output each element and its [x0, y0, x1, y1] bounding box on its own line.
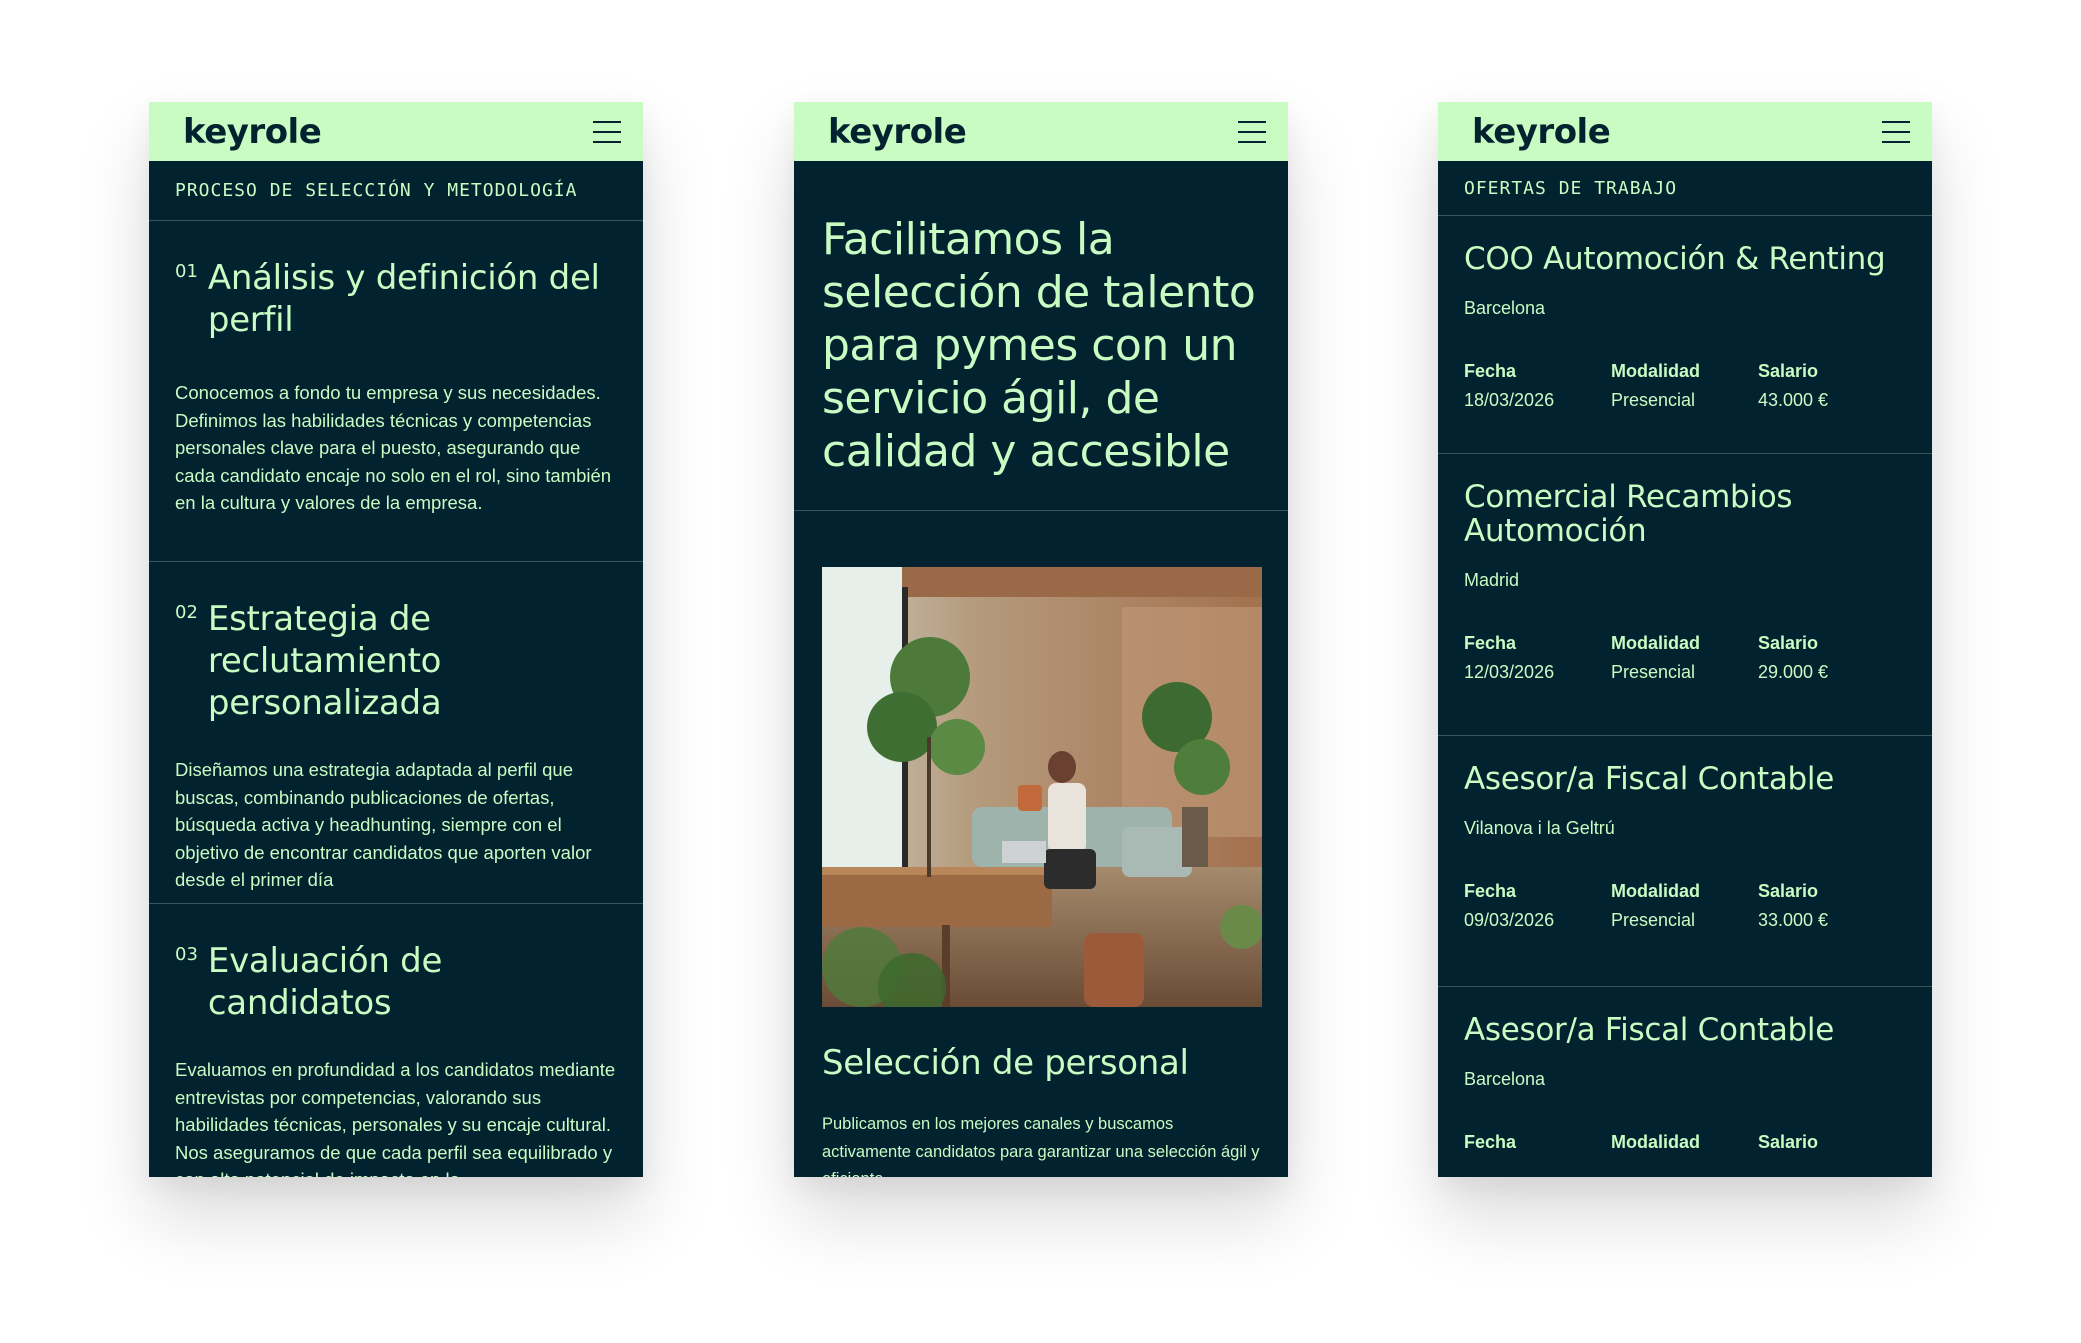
menu-icon[interactable] — [593, 120, 621, 143]
mode-value: Presencial — [1611, 662, 1696, 682]
phone-methodology-screen: keyrole PROCESO DE SELECCIÓN Y METODOLOG… — [149, 102, 643, 1177]
step-title: Análisis y definición del perfil — [207, 258, 600, 340]
job-card[interactable]: Comercial Recambios Automoción Madrid Fe… — [1438, 454, 1932, 736]
office-illustration — [822, 567, 1262, 1007]
top-navbar: keyrole — [1438, 102, 1932, 161]
step-title: Estrategia de reclutamiento personalizad… — [207, 599, 442, 723]
mode-label: Modalidad — [1611, 361, 1700, 381]
step-title: Evaluación de candidatos — [207, 941, 443, 1023]
process-step: 03 Evaluación de candidatos Evaluamos en… — [149, 904, 643, 1177]
salary-label: Salario — [1758, 633, 1819, 653]
section-label: OFERTAS DE TRABAJO — [1438, 161, 1932, 216]
job-location: Vilanova i la Geltrú — [1464, 818, 1615, 838]
salary-label: Salario — [1758, 881, 1819, 901]
hero-section: Facilitamos la selección de talento para… — [794, 161, 1288, 511]
salary-label: Salario — [1758, 1132, 1819, 1152]
date-label: Fecha — [1464, 361, 1517, 381]
hero-title: Facilitamos la selección de talento para… — [822, 214, 1256, 477]
mode-value: Presencial — [1611, 910, 1696, 930]
job-location: Madrid — [1464, 570, 1520, 590]
step-number: 02 — [175, 602, 198, 623]
job-card[interactable]: Asesor/a Fiscal Contable Vilanova i la G… — [1438, 736, 1932, 987]
brand-logo[interactable]: keyrole — [183, 115, 322, 149]
menu-icon[interactable] — [1238, 120, 1266, 143]
brand-logo[interactable]: keyrole — [1472, 115, 1611, 149]
job-title[interactable]: COO Automoción & Renting — [1464, 242, 1906, 276]
service-title: Selección de personal — [822, 1043, 1189, 1083]
date-label: Fecha — [1464, 633, 1517, 653]
date-value: 18/03/2026 — [1464, 390, 1555, 410]
top-navbar: keyrole — [794, 102, 1288, 161]
job-title[interactable]: Comercial Recambios Automoción — [1464, 480, 1906, 548]
step-description: Conocemos a fondo tu empresa y sus neces… — [175, 382, 612, 513]
top-navbar: keyrole — [149, 102, 643, 161]
job-meta: Fecha Modalidad Salario — [1464, 1132, 1906, 1153]
step-description: Evaluamos en profundidad a los candidato… — [175, 1059, 616, 1177]
mode-value: Presencial — [1611, 390, 1696, 410]
salary-value: 29.000 € — [1758, 662, 1829, 682]
date-value: 09/03/2026 — [1464, 910, 1555, 930]
service-description: Publicamos en los mejores canales y busc… — [822, 1115, 1260, 1177]
step-description: Diseñamos una estrategia adaptada al per… — [175, 759, 592, 890]
menu-icon[interactable] — [1882, 120, 1910, 143]
mode-label: Modalidad — [1611, 1132, 1700, 1152]
mode-label: Modalidad — [1611, 633, 1700, 653]
job-meta: Fecha 12/03/2026 Modalidad Presencial Sala… — [1464, 633, 1906, 683]
mode-label: Modalidad — [1611, 881, 1700, 901]
process-step: 02 Estrategia de reclutamiento personali… — [149, 562, 643, 904]
date-label: Fecha — [1464, 881, 1517, 901]
office-photo — [822, 567, 1262, 1007]
salary-value: 43.000 € — [1758, 390, 1829, 410]
phone-home-screen: keyrole Facilitamos la selección de tale… — [794, 102, 1288, 1177]
step-number: 01 — [175, 261, 198, 282]
date-label: Fecha — [1464, 1132, 1517, 1152]
step-number: 03 — [175, 944, 198, 965]
job-title[interactable]: Asesor/a Fiscal Contable — [1464, 762, 1906, 796]
job-location: Barcelona — [1464, 1069, 1546, 1089]
job-meta: Fecha 09/03/2026 Modalidad Presencial Sala… — [1464, 881, 1906, 931]
salary-label: Salario — [1758, 361, 1819, 381]
salary-value: 33.000 € — [1758, 910, 1829, 930]
brand-logo[interactable]: keyrole — [828, 115, 967, 149]
date-value: 12/03/2026 — [1464, 662, 1555, 682]
job-meta: Fecha 18/03/2026 Modalidad Presencial Sala… — [1464, 361, 1906, 411]
phone-jobs-screen: keyrole OFERTAS DE TRABAJO COO Automoció… — [1438, 102, 1932, 1177]
job-card[interactable]: COO Automoción & Renting Barcelona Fecha… — [1438, 216, 1932, 454]
process-step: 01 Análisis y definición del perfil Cono… — [149, 221, 643, 562]
job-card[interactable]: Asesor/a Fiscal Contable Barcelona Fecha… — [1438, 987, 1932, 1177]
job-title[interactable]: Asesor/a Fiscal Contable — [1464, 1013, 1906, 1047]
section-label: PROCESO DE SELECCIÓN Y METODOLOGÍA — [149, 161, 643, 221]
job-location: Barcelona — [1464, 298, 1546, 318]
